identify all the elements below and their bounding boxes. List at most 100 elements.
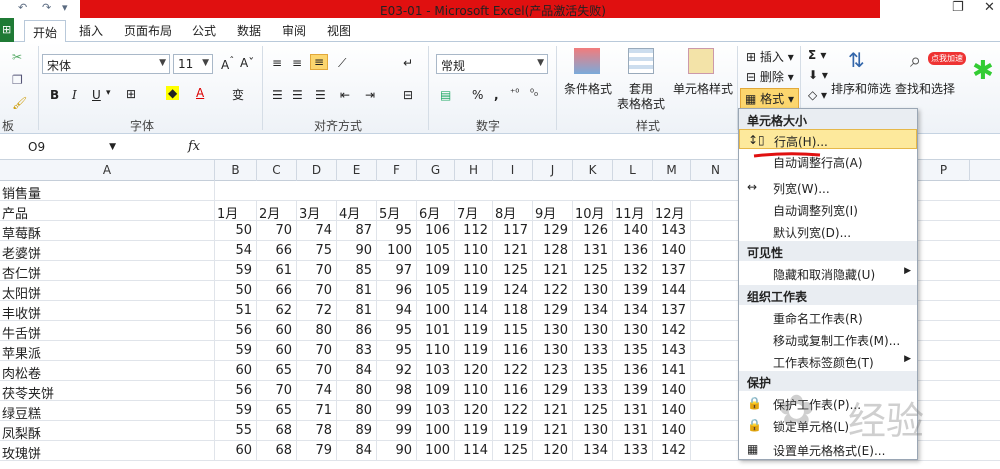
value-cell[interactable]: 70 — [257, 221, 297, 241]
product-name-cell[interactable]: 茯苓夹饼 — [0, 381, 215, 402]
bold-button[interactable]: B — [50, 88, 59, 102]
value-cell[interactable]: 59 — [215, 261, 257, 281]
column-header[interactable]: M — [653, 160, 691, 181]
menu-item-move-copy-sheet[interactable]: 移动或复制工作表(M)... — [739, 329, 917, 349]
value-cell[interactable]: 125 — [493, 441, 533, 461]
column-header[interactable]: I — [493, 160, 533, 181]
value-cell[interactable]: 68 — [257, 421, 297, 441]
copy-icon[interactable]: ❐ — [12, 73, 23, 87]
font-name-combo[interactable]: 宋体 ▼ — [42, 54, 170, 74]
value-cell[interactable]: 123 — [533, 361, 573, 381]
value-cell[interactable]: 99 — [377, 421, 417, 441]
value-cell[interactable]: 114 — [455, 441, 493, 461]
value-cell[interactable]: 109 — [417, 381, 455, 401]
value-cell[interactable]: 86 — [337, 321, 377, 341]
value-cell[interactable]: 130 — [533, 341, 573, 361]
value-cell[interactable]: 97 — [377, 261, 417, 281]
value-cell[interactable]: 101 — [417, 321, 455, 341]
value-cell[interactable]: 51 — [215, 301, 257, 321]
value-cell[interactable]: 120 — [455, 401, 493, 421]
value-cell[interactable]: 120 — [533, 441, 573, 461]
tab-review[interactable]: 审阅 — [282, 22, 306, 39]
column-header[interactable]: N — [691, 160, 741, 181]
value-cell[interactable]: 105 — [417, 241, 455, 261]
value-cell[interactable]: 143 — [653, 221, 691, 241]
product-name-cell[interactable]: 杏仁饼 — [0, 261, 215, 282]
menu-item-default-width[interactable]: 默认列宽(D)... — [739, 221, 917, 241]
qat-dropdown-icon[interactable]: ▾ — [62, 1, 68, 14]
phonetic-icon[interactable]: 变 — [232, 86, 244, 103]
conditional-format-button[interactable]: 条件格式 — [562, 82, 614, 97]
value-cell[interactable]: 103 — [417, 401, 455, 421]
value-cell[interactable]: 96 — [377, 281, 417, 301]
value-cell[interactable]: 94 — [377, 301, 417, 321]
menu-item-rename-sheet[interactable]: 重命名工作表(R) — [739, 307, 917, 327]
value-cell[interactable]: 54 — [215, 241, 257, 261]
increase-indent-icon[interactable]: ⇥ — [365, 88, 375, 102]
value-cell[interactable]: 90 — [377, 441, 417, 461]
month-header-cell[interactable]: 11月 — [613, 201, 653, 222]
value-cell[interactable]: 131 — [573, 241, 613, 261]
value-cell[interactable]: 70 — [297, 361, 337, 381]
fill-color-icon[interactable]: ◆ — [166, 86, 180, 100]
column-header[interactable]: F — [377, 160, 417, 181]
value-cell[interactable]: 74 — [297, 221, 337, 241]
product-name-cell[interactable]: 丰收饼 — [0, 301, 215, 322]
value-cell[interactable]: 70 — [297, 341, 337, 361]
value-cell[interactable]: 130 — [573, 321, 613, 341]
value-cell[interactable]: 95 — [377, 341, 417, 361]
value-cell[interactable]: 72 — [297, 301, 337, 321]
value-cell[interactable]: 140 — [613, 221, 653, 241]
value-cell[interactable]: 140 — [653, 401, 691, 421]
value-cell[interactable]: 80 — [297, 321, 337, 341]
month-header-cell[interactable]: 3月 — [297, 201, 337, 222]
value-cell[interactable]: 144 — [653, 281, 691, 301]
currency-icon[interactable]: ▤ — [440, 88, 451, 102]
value-cell[interactable]: 100 — [377, 241, 417, 261]
value-cell[interactable]: 55 — [215, 421, 257, 441]
percent-button[interactable]: % — [472, 88, 483, 102]
value-cell[interactable]: 131 — [613, 401, 653, 421]
align-top-icon[interactable]: ≡ — [272, 56, 282, 70]
value-cell[interactable]: 61 — [257, 261, 297, 281]
fill-icon[interactable]: ⬇ ▾ — [808, 68, 828, 82]
product-name-cell[interactable]: 苹果派 — [0, 341, 215, 362]
format-painter-icon[interactable]: 🖌 — [12, 96, 27, 110]
value-cell[interactable]: 92 — [377, 361, 417, 381]
value-cell[interactable]: 125 — [573, 401, 613, 421]
value-cell[interactable]: 60 — [257, 341, 297, 361]
value-cell[interactable]: 66 — [257, 241, 297, 261]
value-cell[interactable]: 133 — [613, 441, 653, 461]
tab-formulas[interactable]: 公式 — [192, 22, 216, 39]
cell-styles-button[interactable]: 单元格样式 — [672, 82, 734, 97]
value-cell[interactable]: 119 — [455, 321, 493, 341]
value-cell[interactable]: 132 — [613, 261, 653, 281]
value-cell[interactable]: 112 — [455, 221, 493, 241]
tab-data[interactable]: 数据 — [237, 22, 261, 39]
shrink-font-button[interactable]: Aˇ — [240, 56, 254, 70]
value-cell[interactable]: 130 — [613, 321, 653, 341]
value-cell[interactable]: 136 — [613, 241, 653, 261]
product-name-cell[interactable]: 老婆饼 — [0, 241, 215, 262]
font-color-icon[interactable]: A — [196, 86, 204, 100]
month-header-cell[interactable]: 7月 — [455, 201, 493, 222]
value-cell[interactable]: 129 — [533, 301, 573, 321]
value-cell[interactable]: 140 — [653, 421, 691, 441]
product-name-cell[interactable]: 肉松卷 — [0, 361, 215, 382]
insert-cells-button[interactable]: ⊞ 插入 ▾ — [746, 48, 794, 65]
value-cell[interactable]: 139 — [613, 381, 653, 401]
value-cell[interactable]: 122 — [493, 361, 533, 381]
value-cell[interactable]: 119 — [455, 281, 493, 301]
product-name-cell[interactable]: 玫瑰饼 — [0, 441, 215, 462]
value-cell[interactable]: 110 — [455, 261, 493, 281]
column-header[interactable]: C — [257, 160, 297, 181]
value-cell[interactable]: 141 — [653, 361, 691, 381]
value-cell[interactable]: 115 — [493, 321, 533, 341]
tab-insert[interactable]: 插入 — [79, 22, 103, 39]
value-cell[interactable]: 125 — [573, 261, 613, 281]
value-cell[interactable]: 140 — [653, 381, 691, 401]
tab-page-layout[interactable]: 页面布局 — [124, 22, 172, 39]
value-cell[interactable]: 121 — [533, 401, 573, 421]
column-header[interactable]: E — [337, 160, 377, 181]
value-cell[interactable]: 80 — [337, 381, 377, 401]
